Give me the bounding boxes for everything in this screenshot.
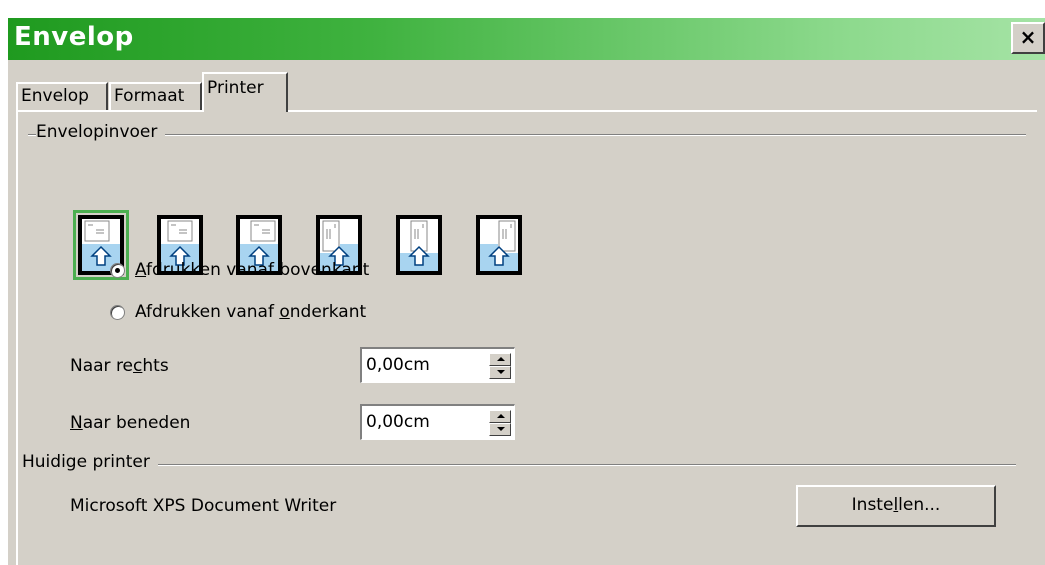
offset-right-value[interactable]: 0,00cm: [366, 355, 430, 375]
offset-right-spinbox[interactable]: 0,00cm: [360, 347, 515, 383]
window-title: Envelop: [14, 22, 134, 52]
close-button[interactable]: ×: [1011, 22, 1045, 54]
envelope-feed-option-6[interactable]: [476, 215, 522, 275]
spin-down-button[interactable]: [489, 366, 511, 379]
envelope-feed-option-5[interactable]: [396, 215, 442, 275]
arrow-up-icon: [497, 357, 505, 361]
offset-down-label: Naar beneden: [70, 413, 191, 433]
offset-down-value[interactable]: 0,00cm: [366, 412, 430, 432]
tab-formaat[interactable]: Formaat: [109, 82, 202, 110]
radio-indicator[interactable]: [110, 304, 125, 320]
spin-up-button[interactable]: [489, 410, 511, 423]
tab-envelop[interactable]: Envelop: [16, 82, 108, 110]
offset-right-spin-buttons: [489, 353, 511, 379]
spin-down-button[interactable]: [489, 423, 511, 436]
radio-print-from-top[interactable]: Afdrukken vanaf bovenkant: [110, 258, 369, 282]
title-bar: Envelop ×: [8, 18, 1045, 60]
printer-name: Microsoft XPS Document Writer: [70, 496, 337, 516]
printer-setup-button[interactable]: Instellen...: [796, 485, 996, 527]
radio-indicator-checked[interactable]: [110, 262, 125, 278]
envelope-feed-vertical-right-icon: [480, 219, 518, 271]
group-label-envelopinvoer: Envelopinvoer: [36, 122, 166, 142]
group-divider-envelopinvoer: [28, 134, 1026, 136]
spin-up-button[interactable]: [489, 353, 511, 366]
offset-down-spin-buttons: [489, 410, 511, 436]
arrow-up-icon: [497, 414, 505, 418]
offset-down-spinbox[interactable]: 0,00cm: [360, 404, 515, 440]
radio-label-bottom: Afdrukken vanaf onderkant: [135, 302, 367, 322]
envelope-feed-vertical-center-icon: [400, 219, 438, 271]
group-divider-printer: [22, 464, 1016, 466]
arrow-down-icon: [497, 427, 505, 431]
printer-tab-page: Envelopinvoer Afdrukken vanaf bovenkant …: [16, 110, 1037, 565]
arrow-down-icon: [497, 370, 505, 374]
dialog-body: Envelop Formaat Printer Envelopinvoer Af…: [8, 60, 1045, 565]
group-label-current-printer: Huidige printer: [22, 452, 158, 472]
radio-print-from-bottom[interactable]: Afdrukken vanaf onderkant: [110, 300, 366, 324]
radio-label-top: Afdrukken vanaf bovenkant: [135, 260, 370, 280]
offset-right-label: Naar rechts: [70, 356, 169, 376]
tab-printer[interactable]: Printer: [202, 72, 288, 112]
